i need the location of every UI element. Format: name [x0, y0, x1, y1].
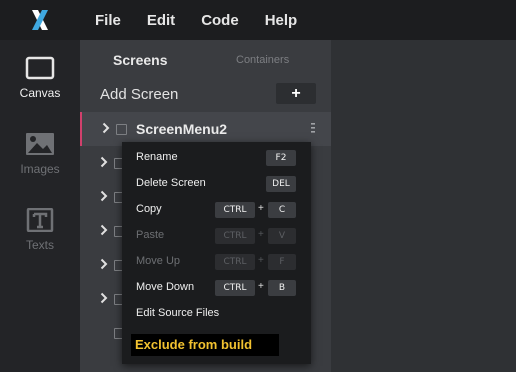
shortcut-key: V [268, 228, 296, 244]
menu-help[interactable]: Help [265, 12, 298, 29]
shortcut-key: F [268, 254, 296, 270]
shortcut-key: CTRL [215, 280, 255, 296]
chevron-right-icon[interactable] [100, 224, 108, 236]
shortcut-key: F2 [266, 150, 296, 166]
tab-screens[interactable]: Screens [113, 52, 167, 68]
panel-tabs: Screens Containers [80, 40, 331, 80]
rename-label: Rename [136, 151, 178, 163]
app-logo[interactable] [0, 0, 80, 40]
rail-canvas-button[interactable]: Canvas [0, 40, 80, 112]
text-icon [26, 208, 54, 232]
logo-icon [32, 10, 48, 30]
rail-canvas-label: Canvas [19, 86, 61, 100]
delete-screen-label: Delete Screen [136, 177, 206, 189]
shortcut-key: B [268, 280, 296, 296]
screen-checkbox[interactable] [116, 124, 127, 135]
workspace-area[interactable] [331, 40, 516, 372]
menu-bar: File Edit Code Help [80, 0, 308, 40]
rail-texts-label: Texts [25, 238, 54, 252]
copy-label: Copy [136, 203, 162, 215]
shortcut-key: CTRL [215, 228, 255, 244]
kebab-menu-icon[interactable] [310, 123, 316, 133]
screen-row-selected[interactable]: ScreenMenu2 [80, 112, 331, 146]
shortcut-plus: + [258, 255, 264, 266]
menu-item-edit-source-files[interactable]: Edit Source Files [122, 302, 311, 328]
chevron-right-icon[interactable] [100, 258, 108, 270]
tab-containers[interactable]: Containers [236, 54, 289, 66]
menu-item-move-up[interactable]: Move Up CTRL + F [122, 250, 311, 276]
left-rail: Canvas Images Texts [0, 40, 80, 372]
menu-code[interactable]: Code [201, 12, 239, 29]
edit-source-files-label: Edit Source Files [136, 307, 220, 319]
canvas-icon [25, 56, 55, 80]
shortcut-plus: + [258, 229, 264, 240]
shortcut-plus: + [258, 281, 264, 292]
top-bar: File Edit Code Help [0, 0, 516, 40]
shortcut-plus: + [258, 203, 264, 214]
exclude-from-build-label: Exclude from build [135, 337, 253, 352]
menu-item-move-down[interactable]: Move Down CTRL + B [122, 276, 311, 302]
menu-edit[interactable]: Edit [147, 12, 175, 29]
add-screen-row: Add Screen + [80, 80, 331, 110]
move-up-label: Move Up [136, 255, 181, 267]
chevron-right-icon[interactable] [100, 292, 108, 304]
menu-item-paste[interactable]: Paste CTRL + V [122, 224, 311, 250]
rail-images-button[interactable]: Images [0, 116, 80, 188]
paste-label: Paste [136, 229, 165, 241]
context-menu: Rename F2 Delete Screen DEL Copy CTRL + … [122, 142, 311, 364]
add-screen-label: Add Screen [100, 86, 179, 103]
chevron-right-icon[interactable] [102, 122, 110, 134]
chevron-right-icon[interactable] [100, 156, 108, 168]
image-icon [26, 133, 54, 155]
menu-item-exclude-from-build[interactable]: Exclude from build [131, 334, 279, 356]
menu-file[interactable]: File [95, 12, 121, 29]
move-down-label: Move Down [136, 281, 195, 293]
shortcut-key: CTRL [215, 254, 255, 270]
rail-texts-button[interactable]: Texts [0, 192, 80, 264]
menu-item-copy[interactable]: Copy CTRL + C [122, 198, 311, 224]
menu-item-delete-screen[interactable]: Delete Screen DEL [122, 172, 311, 198]
shortcut-key: CTRL [215, 202, 255, 218]
shortcut-key: C [268, 202, 296, 218]
shortcut-key: DEL [266, 176, 296, 192]
menu-item-rename[interactable]: Rename F2 [122, 146, 311, 172]
add-screen-button[interactable]: + [276, 83, 316, 104]
chevron-right-icon[interactable] [100, 190, 108, 202]
rail-images-label: Images [20, 162, 60, 176]
screen-name: ScreenMenu2 [136, 121, 228, 137]
